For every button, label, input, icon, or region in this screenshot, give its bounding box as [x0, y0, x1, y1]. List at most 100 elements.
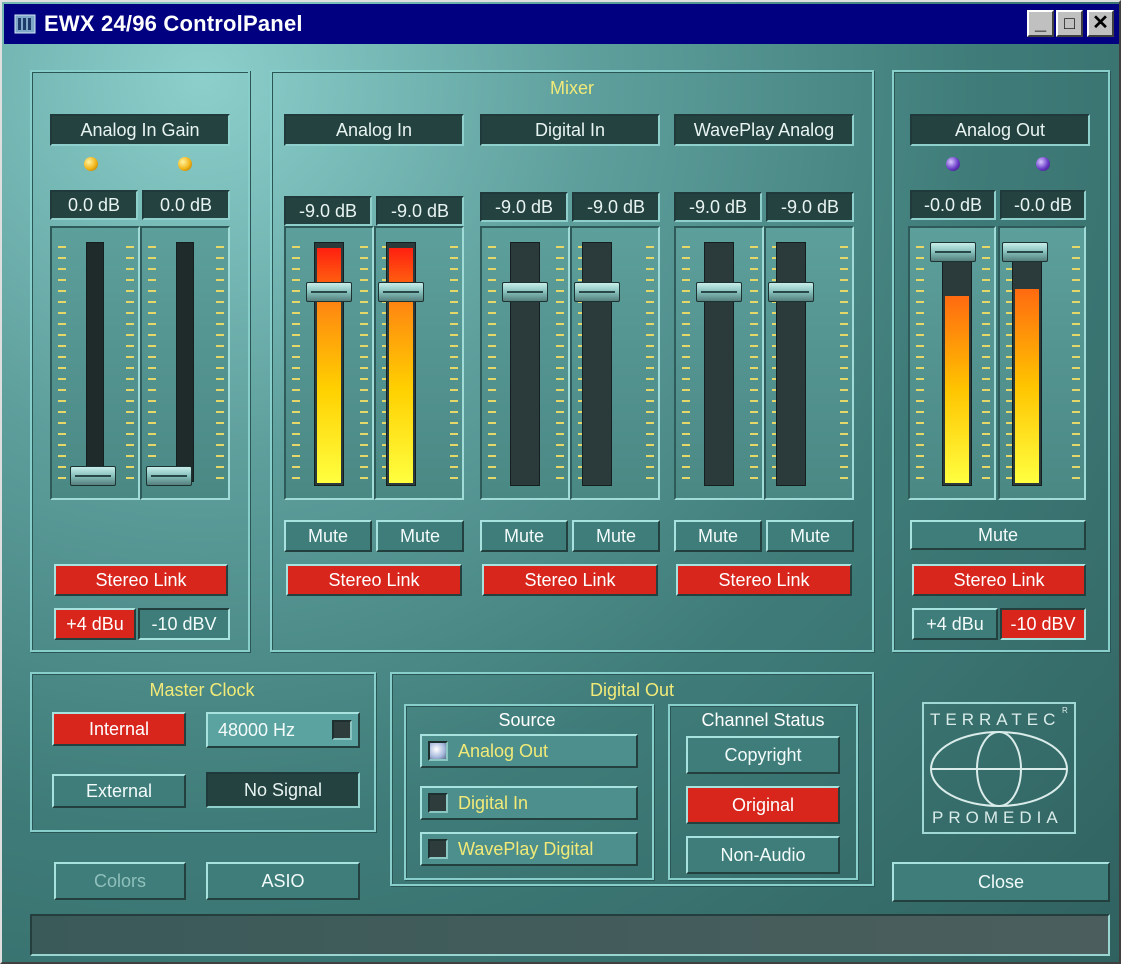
fader-scale-tick	[556, 345, 564, 347]
fader-scale-tick	[450, 279, 458, 281]
analog-out-fader-right[interactable]	[998, 226, 1086, 500]
fader-scale-tick	[840, 345, 848, 347]
analog-out-mute-button[interactable]: Mute	[910, 520, 1086, 550]
fader-scale-tick	[216, 411, 224, 413]
mixer-fader-right-handle[interactable]	[378, 282, 424, 302]
mixer-mute-left-button[interactable]: Mute	[674, 520, 762, 552]
mixer-mute-right-button[interactable]: Mute	[766, 520, 854, 552]
mixer-mute-right-button[interactable]: Mute	[376, 520, 464, 552]
fader-scale-tick	[216, 367, 224, 369]
asio-button[interactable]: ASIO	[206, 862, 360, 900]
analog-out-plus4-dbu-button[interactable]: +4 dBu	[912, 608, 998, 640]
fader-scale-tick	[488, 246, 496, 248]
fader-scale-tick	[840, 356, 848, 358]
gain-fader-right-handle[interactable]	[146, 466, 192, 486]
mixer-fader-left-handle[interactable]	[502, 282, 548, 302]
mixer-mute-left-button[interactable]: Mute	[480, 520, 568, 552]
fader-scale-tick	[450, 400, 458, 402]
clip-led-left	[84, 157, 98, 171]
mixer-fader-left-handle[interactable]	[306, 282, 352, 302]
fader-scale-tick	[646, 323, 654, 325]
analog-out-fader-left-handle[interactable]	[930, 242, 976, 262]
title-bar[interactable]: EWX 24/96 ControlPanel _ □ ✕	[4, 4, 1119, 44]
mixer-channel-title: Analog In	[284, 114, 464, 146]
fader-scale-tick	[646, 345, 654, 347]
mixer-fader-right[interactable]	[570, 226, 660, 500]
source-analog-out[interactable]: Analog Out	[420, 734, 638, 768]
source-analog-out-radio[interactable]	[428, 741, 448, 761]
fader-scale-tick	[982, 323, 990, 325]
mixer-fader-right[interactable]	[764, 226, 854, 500]
analog-out-fader-left[interactable]	[908, 226, 996, 500]
fader-scale-tick	[360, 356, 368, 358]
fader-scale-tick	[750, 279, 758, 281]
fader-scale-tick	[682, 268, 690, 270]
fader-scale-tick	[1072, 312, 1080, 314]
analog-out-fader-right-handle[interactable]	[1002, 242, 1048, 262]
fader-scale-tick	[216, 455, 224, 457]
fader-scale-tick	[982, 301, 990, 303]
fader-scale-tick	[148, 433, 156, 435]
fader-scale-tick	[1072, 422, 1080, 424]
fader-scale-tick	[58, 345, 66, 347]
source-waveplay-digital[interactable]: WavePlay Digital	[420, 832, 638, 866]
fader-scale-tick	[126, 312, 134, 314]
colors-button[interactable]: Colors	[54, 862, 186, 900]
analog-out-db-left: -0.0 dB	[910, 190, 996, 220]
fader-scale-tick	[840, 268, 848, 270]
fader-scale-tick	[682, 345, 690, 347]
mixer-fader-left-handle[interactable]	[696, 282, 742, 302]
gain-db-right: 0.0 dB	[142, 190, 230, 220]
mixer-fader-right[interactable]	[374, 226, 464, 500]
sample-rate-select[interactable]: 48000 Hz	[206, 712, 360, 748]
sample-rate-dropdown-icon[interactable]	[332, 720, 352, 740]
fader-scale-tick	[982, 466, 990, 468]
source-title: Source	[498, 710, 556, 730]
fader-scale-tick	[556, 444, 564, 446]
non-audio-button[interactable]: Non-Audio	[686, 836, 840, 874]
original-button[interactable]: Original	[686, 786, 840, 824]
mixer-mute-right-button[interactable]: Mute	[572, 520, 660, 552]
maximize-button[interactable]: □	[1056, 10, 1083, 37]
source-waveplay-digital-radio[interactable]	[428, 839, 448, 859]
close-window-button[interactable]: ✕	[1087, 10, 1114, 37]
fader-scale-tick	[292, 411, 300, 413]
fader-scale-tick	[58, 257, 66, 259]
mixer-stereo-link-button[interactable]: Stereo Link	[286, 564, 462, 596]
fader-scale-tick	[360, 444, 368, 446]
gain-fader-left-handle[interactable]	[70, 466, 116, 486]
fader-scale-tick	[58, 433, 66, 435]
close-button[interactable]: Close	[892, 862, 1110, 902]
analog-in-stereo-link-button[interactable]: Stereo Link	[54, 564, 228, 596]
fader-scale-tick	[750, 367, 758, 369]
fader-scale-tick	[148, 444, 156, 446]
fader-scale-tick	[360, 455, 368, 457]
analog-in-plus4-dbu-button[interactable]: +4 dBu	[54, 608, 136, 640]
source-digital-in-radio[interactable]	[428, 793, 448, 813]
mixer-fader-right-handle[interactable]	[574, 282, 620, 302]
mixer-mute-left-button[interactable]: Mute	[284, 520, 372, 552]
mixer-stereo-link-button[interactable]: Stereo Link	[676, 564, 852, 596]
analog-in-minus10-dbv-button[interactable]: -10 dBV	[138, 608, 230, 640]
clock-external-button[interactable]: External	[52, 774, 186, 808]
source-digital-in-label: Digital In	[458, 793, 529, 813]
analog-out-minus10-dbv-button[interactable]: -10 dBV	[1000, 608, 1086, 640]
mixer-fader-left[interactable]	[674, 226, 764, 500]
fader-scale-tick	[750, 323, 758, 325]
fader-scale-tick	[292, 444, 300, 446]
copyright-button[interactable]: Copyright	[686, 736, 840, 774]
fader-scale-tick	[58, 246, 66, 248]
fader-scale-tick	[682, 411, 690, 413]
gain-fader-left[interactable]	[50, 226, 140, 500]
source-digital-in[interactable]: Digital In	[420, 786, 638, 820]
gain-fader-right[interactable]	[140, 226, 230, 500]
mixer-fader-left[interactable]	[284, 226, 374, 500]
analog-out-stereo-link-button[interactable]: Stereo Link	[912, 564, 1086, 596]
fader-scale-tick	[682, 477, 690, 479]
minimize-button[interactable]: _	[1027, 10, 1054, 37]
mixer-fader-right-handle[interactable]	[768, 282, 814, 302]
mixer-fader-left[interactable]	[480, 226, 570, 500]
clock-internal-button[interactable]: Internal	[52, 712, 186, 746]
mixer-stereo-link-button[interactable]: Stereo Link	[482, 564, 658, 596]
fader-scale-tick	[556, 312, 564, 314]
